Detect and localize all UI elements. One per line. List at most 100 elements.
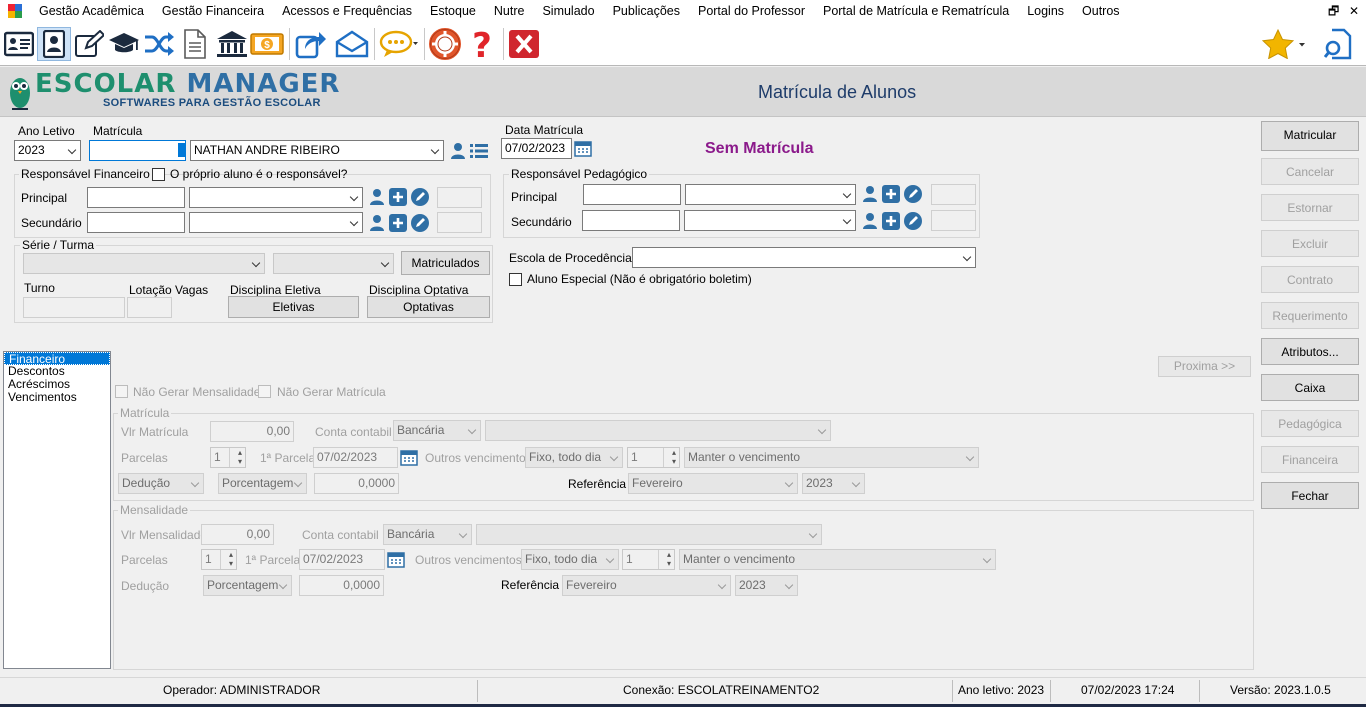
primeira-parcela-input[interactable]: 07/02/2023 — [313, 447, 398, 468]
chat-icon[interactable] — [378, 27, 420, 61]
vlr-matricula-input[interactable]: 0,00 — [210, 421, 294, 442]
resp-fin-principal-code[interactable] — [87, 187, 185, 208]
edit-pencil-icon[interactable] — [904, 185, 922, 203]
person-icon[interactable] — [861, 212, 879, 230]
person-icon[interactable] — [368, 188, 386, 206]
menu-portal-professor[interactable]: Portal do Professor — [689, 0, 814, 22]
share-icon[interactable] — [294, 27, 328, 61]
resp-fin-secundario-select[interactable] — [189, 212, 363, 233]
menu-outros[interactable]: Outros — [1073, 0, 1129, 22]
optativas-button[interactable]: Optativas — [367, 296, 490, 318]
menu-gestao-financeira[interactable]: Gestão Financeira — [153, 0, 273, 22]
proprio-aluno-checkbox[interactable] — [152, 168, 165, 181]
matriculados-button[interactable]: Matriculados — [401, 251, 490, 275]
mens-valor-deducao-input[interactable]: 0,0000 — [299, 575, 384, 596]
turma-select[interactable] — [273, 253, 394, 274]
data-matricula-input[interactable]: 07/02/2023 — [501, 138, 572, 159]
add-icon[interactable] — [389, 188, 407, 206]
nao-gerar-matricula-checkbox[interactable] — [258, 385, 271, 398]
outros-vencimentos-select[interactable]: Fixo, todo dia — [525, 447, 623, 468]
estornar-button[interactable]: Estornar — [1261, 194, 1359, 221]
menu-nutre[interactable]: Nutre — [485, 0, 534, 22]
calendar-icon[interactable] — [574, 139, 592, 157]
person-icon[interactable] — [861, 185, 879, 203]
resp-ped-principal-select[interactable] — [685, 184, 856, 205]
dia-vencimento-stepper[interactable]: 1 — [627, 447, 680, 468]
resp-fin-principal-select[interactable] — [189, 187, 363, 208]
atributos-button[interactable]: Atributos... — [1261, 338, 1359, 365]
mens-primeira-parcela-input[interactable]: 07/02/2023 — [299, 549, 385, 570]
referencia-mes-select[interactable]: Fevereiro — [628, 473, 798, 494]
proxima-button[interactable]: Proxima >> — [1158, 356, 1251, 377]
ano-letivo-select[interactable]: 2023 — [14, 140, 81, 161]
manter-vencimento-select[interactable]: Manter o vencimento — [684, 447, 979, 468]
person-search-icon[interactable] — [449, 142, 467, 160]
list-icon[interactable] — [470, 143, 488, 159]
menu-estoque[interactable]: Estoque — [421, 0, 485, 22]
resp-ped-principal-code[interactable] — [583, 184, 681, 205]
excluir-button[interactable]: Excluir — [1261, 230, 1359, 257]
tipo-deducao-select[interactable]: Porcentagem — [218, 473, 307, 494]
search-document-icon[interactable] — [1322, 27, 1356, 61]
mens-tipo-deducao-select[interactable]: Porcentagem — [203, 575, 292, 596]
resp-ped-secundario-select[interactable] — [684, 210, 856, 231]
referencia-ano-select[interactable]: 2023 — [802, 473, 865, 494]
shuffle-icon[interactable] — [142, 27, 176, 61]
lifebuoy-icon[interactable] — [428, 27, 462, 61]
menu-acessos-frequencias[interactable]: Acessos e Frequências — [273, 0, 421, 22]
favorites-star-icon[interactable] — [1260, 27, 1308, 61]
conta-contabil-select[interactable]: Bancária — [393, 420, 481, 441]
menu-simulado[interactable]: Simulado — [533, 0, 603, 22]
edit-icon[interactable] — [72, 27, 106, 61]
fechar-button[interactable]: Fechar — [1261, 482, 1359, 509]
contrato-button[interactable]: Contrato — [1261, 266, 1359, 293]
vlr-mensalidade-input[interactable]: 0,00 — [201, 524, 274, 545]
student-id-icon[interactable] — [37, 27, 71, 61]
valor-deducao-input[interactable]: 0,0000 — [314, 473, 399, 494]
mens-outros-vencimentos-select[interactable]: Fixo, todo dia — [521, 549, 619, 570]
close-icon[interactable] — [507, 27, 541, 61]
escola-procedencia-select[interactable] — [632, 247, 976, 268]
app-icon[interactable] — [8, 4, 22, 18]
resp-ped-secundario-code[interactable] — [582, 210, 680, 231]
add-icon[interactable] — [389, 214, 407, 232]
parcelas-stepper[interactable]: 1 — [210, 447, 246, 468]
add-icon[interactable] — [882, 212, 900, 230]
mens-conta-contabil-detail-select[interactable] — [476, 524, 822, 545]
list-item-vencimentos[interactable]: Vencimentos — [4, 391, 110, 404]
mens-referencia-mes-select[interactable]: Fevereiro — [562, 575, 731, 596]
financeira-button[interactable]: Financeira — [1261, 446, 1359, 473]
matricular-button[interactable]: Matricular — [1261, 121, 1359, 151]
aluno-select[interactable]: NATHAN ANDRE RIBEIRO — [190, 140, 444, 161]
help-icon[interactable]: ? — [465, 27, 499, 61]
menu-gestao-academica[interactable]: Gestão Acadêmica — [30, 0, 153, 22]
mens-parcelas-stepper[interactable]: 1 — [201, 549, 237, 570]
mens-referencia-ano-select[interactable]: 2023 — [735, 575, 798, 596]
person-icon[interactable] — [368, 214, 386, 232]
graduation-cap-icon[interactable] — [107, 27, 141, 61]
deducao-select[interactable]: Dedução — [118, 473, 204, 494]
conta-contabil-detail-select[interactable] — [485, 420, 831, 441]
eletivas-button[interactable]: Eletivas — [228, 296, 359, 318]
calendar-icon[interactable] — [387, 550, 405, 568]
mens-dia-vencimento-stepper[interactable]: 1 — [622, 549, 675, 570]
edit-pencil-icon[interactable] — [411, 188, 429, 206]
money-icon[interactable]: $ — [250, 27, 284, 61]
mens-conta-contabil-select[interactable]: Bancária — [383, 524, 472, 545]
menu-publicacoes[interactable]: Publicações — [604, 0, 689, 22]
matricula-input[interactable] — [89, 140, 186, 161]
student-card-icon[interactable] — [2, 27, 36, 61]
financeiro-nav-list[interactable]: Financeiro Descontos Acréscimos Vencimen… — [3, 351, 111, 669]
requerimento-button[interactable]: Requerimento — [1261, 302, 1359, 329]
cancelar-button[interactable]: Cancelar — [1261, 158, 1359, 185]
menu-logins[interactable]: Logins — [1018, 0, 1073, 22]
nao-gerar-mensalidade-checkbox[interactable] — [115, 385, 128, 398]
pedagogica-button[interactable]: Pedagógica — [1261, 410, 1359, 437]
edit-pencil-icon[interactable] — [904, 212, 922, 230]
mens-manter-vencimento-select[interactable]: Manter o vencimento — [679, 549, 996, 570]
menu-portal-matricula[interactable]: Portal de Matrícula e Rematrícula — [814, 0, 1018, 22]
caixa-button[interactable]: Caixa — [1261, 374, 1359, 401]
calendar-icon[interactable] — [400, 448, 418, 466]
aluno-especial-checkbox[interactable] — [509, 273, 522, 286]
resp-fin-secundario-code[interactable] — [87, 212, 185, 233]
